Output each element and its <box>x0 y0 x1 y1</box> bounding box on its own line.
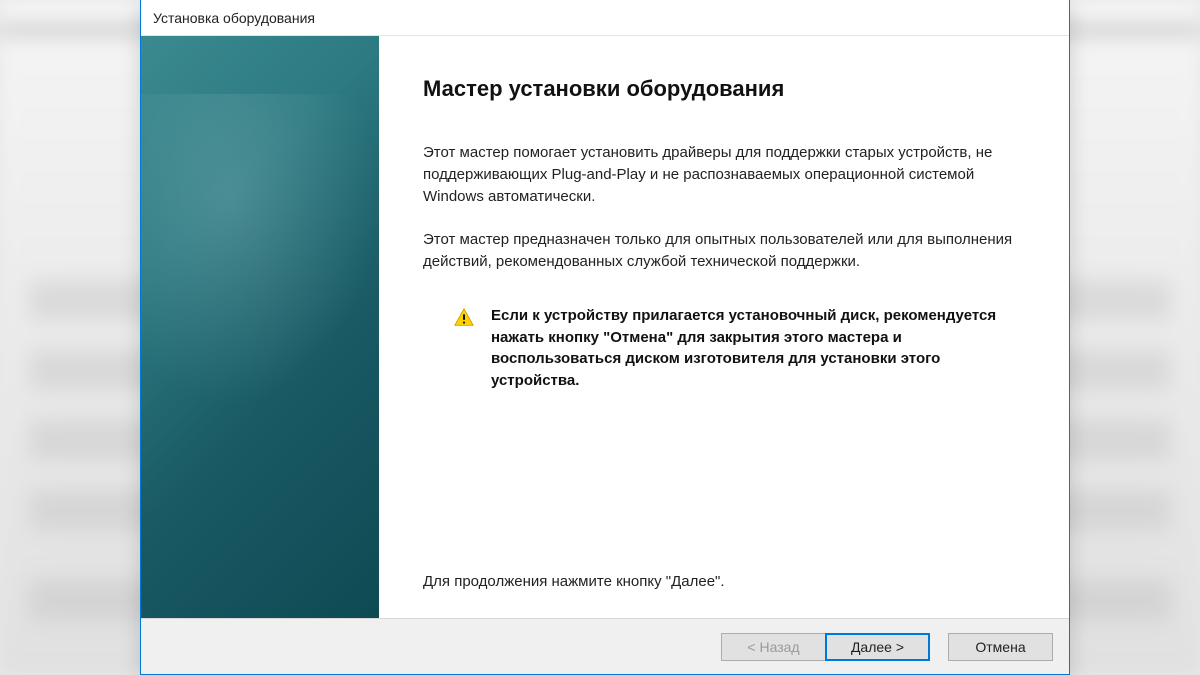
wizard-warning-block: Если к устройству прилагается установочн… <box>423 295 1025 402</box>
back-button: < Назад <box>721 633 826 661</box>
wizard-warning-text: Если к устройству прилагается установочн… <box>491 305 1025 392</box>
wizard-main-panel: Мастер установки оборудования Этот масте… <box>379 36 1069 618</box>
warning-icon <box>453 307 475 329</box>
wizard-continue-hint: Для продолжения нажмите кнопку "Далее". <box>423 573 1025 598</box>
wizard-side-graphic <box>141 36 379 618</box>
titlebar[interactable]: Установка оборудования <box>141 0 1069 36</box>
wizard-button-bar: < Назад Далее > Отмена <box>141 618 1069 674</box>
hardware-wizard-window: Установка оборудования Мастер установки … <box>140 0 1070 675</box>
wizard-paragraph-2: Этот мастер предназначен только для опыт… <box>423 229 1025 273</box>
cancel-button[interactable]: Отмена <box>948 633 1053 661</box>
next-button[interactable]: Далее > <box>825 633 930 661</box>
wizard-paragraph-1: Этот мастер помогает установить драйверы… <box>423 142 1025 207</box>
wizard-heading: Мастер установки оборудования <box>423 76 1025 102</box>
window-title: Установка оборудования <box>153 10 315 26</box>
wizard-content: Мастер установки оборудования Этот масте… <box>141 36 1069 618</box>
